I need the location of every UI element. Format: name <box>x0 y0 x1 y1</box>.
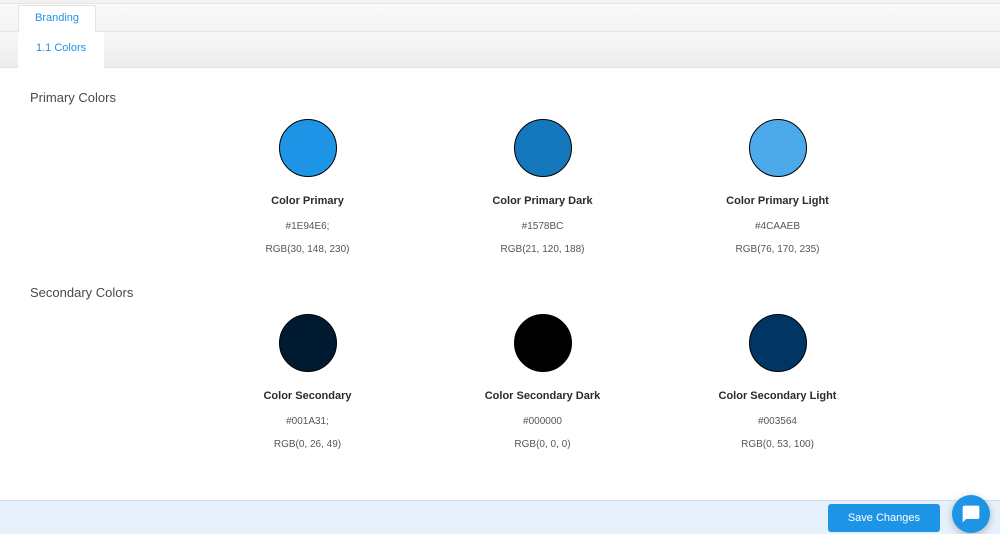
swatch-name: Color Primary Dark <box>425 195 660 207</box>
swatch-secondary-light: Color Secondary Light #003564 RGB(0, 53,… <box>660 314 895 462</box>
swatch-circle <box>279 314 337 372</box>
main-content: Primary Colors Color Primary #1E94E6; RG… <box>0 68 1000 500</box>
swatch-rgb: RGB(0, 26, 49) <box>190 439 425 450</box>
swatch-circle <box>514 314 572 372</box>
swatch-name: Color Primary <box>190 195 425 207</box>
tab-branding[interactable]: Branding <box>18 5 96 32</box>
swatch-name: Color Secondary Light <box>660 390 895 402</box>
footer-bar: Save Changes <box>0 500 1000 534</box>
swatch-rgb: RGB(0, 53, 100) <box>660 439 895 450</box>
swatch-circle <box>514 119 572 177</box>
swatch-secondary: Color Secondary #001A31; RGB(0, 26, 49) <box>190 314 425 462</box>
section-title-secondary: Secondary Colors <box>30 285 970 300</box>
swatch-hex: #1E94E6; <box>190 221 425 232</box>
swatch-rgb: RGB(21, 120, 188) <box>425 244 660 255</box>
swatch-name: Color Primary Light <box>660 195 895 207</box>
swatch-name: Color Secondary Dark <box>425 390 660 402</box>
swatch-rgb: RGB(76, 170, 235) <box>660 244 895 255</box>
tab-colors[interactable]: 1.1 Colors <box>18 32 104 68</box>
swatch-circle <box>749 314 807 372</box>
swatch-secondary-dark: Color Secondary Dark #000000 RGB(0, 0, 0… <box>425 314 660 462</box>
swatch-row-secondary: Color Secondary #001A31; RGB(0, 26, 49) … <box>30 314 970 462</box>
swatch-primary: Color Primary #1E94E6; RGB(30, 148, 230) <box>190 119 425 267</box>
swatch-hex: #000000 <box>425 416 660 427</box>
swatch-hex: #003564 <box>660 416 895 427</box>
swatch-name: Color Secondary <box>190 390 425 402</box>
swatch-hex: #001A31; <box>190 416 425 427</box>
tabs-row-level2: 1.1 Colors <box>0 32 1000 68</box>
section-title-primary: Primary Colors <box>30 90 970 105</box>
swatch-circle <box>279 119 337 177</box>
swatch-circle <box>749 119 807 177</box>
swatch-hex: #4CAAEB <box>660 221 895 232</box>
swatch-primary-light: Color Primary Light #4CAAEB RGB(76, 170,… <box>660 119 895 267</box>
swatch-row-primary: Color Primary #1E94E6; RGB(30, 148, 230)… <box>30 119 970 267</box>
save-button[interactable]: Save Changes <box>828 504 940 532</box>
tabs-row-level1: Branding <box>0 4 1000 32</box>
swatch-primary-dark: Color Primary Dark #1578BC RGB(21, 120, … <box>425 119 660 267</box>
chat-widget[interactable] <box>952 495 990 533</box>
swatch-rgb: RGB(0, 0, 0) <box>425 439 660 450</box>
swatch-hex: #1578BC <box>425 221 660 232</box>
chat-icon <box>961 504 981 524</box>
swatch-rgb: RGB(30, 148, 230) <box>190 244 425 255</box>
